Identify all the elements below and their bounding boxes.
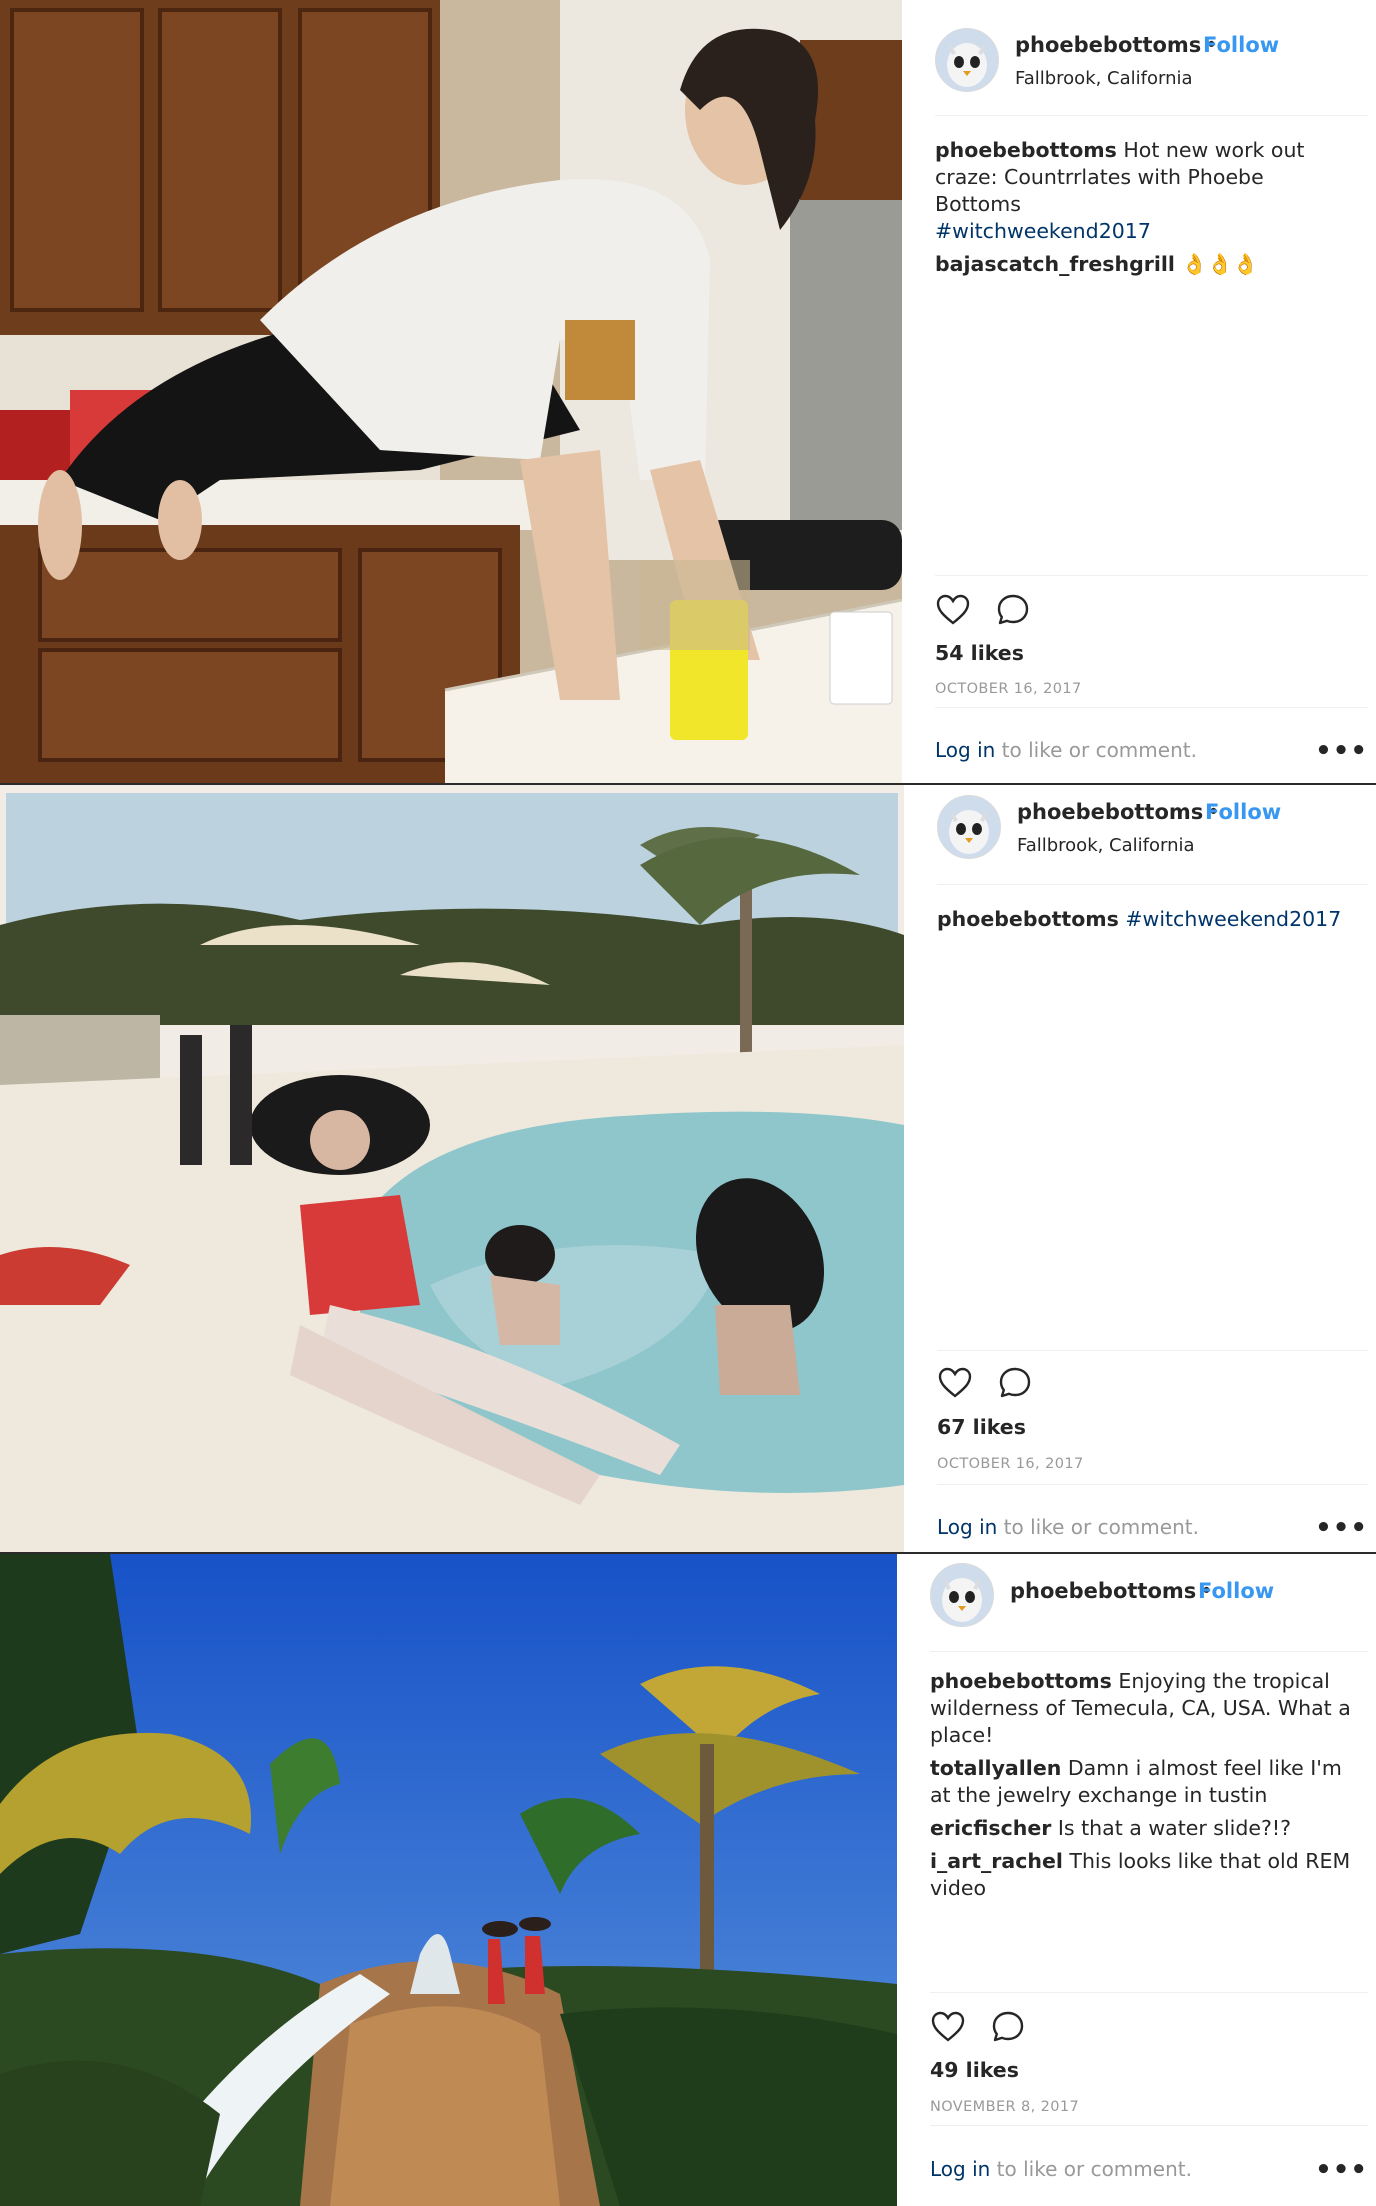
like-count[interactable]: 67 likes: [937, 1415, 1026, 1439]
location-link[interactable]: Fallbrook, California: [1017, 835, 1195, 856]
heart-icon[interactable]: [930, 2009, 966, 2045]
username[interactable]: phoebebottoms •: [1010, 1579, 1213, 1603]
post-3: phoebebottoms • Follow phoebebottoms Enjo…: [0, 1552, 1376, 2206]
divider: [930, 1992, 1368, 1993]
more-options-icon[interactable]: •••: [1315, 1513, 1368, 1543]
comment: bajascatch_freshgrill 👌👌👌: [935, 251, 1356, 278]
post-date[interactable]: NOVEMBER 8, 2017: [930, 2099, 1079, 2115]
caption-comment: phoebebottoms #witchweekend2017: [937, 906, 1356, 933]
comment: totallyallen Damn i almost feel like I'm…: [930, 1755, 1356, 1809]
login-link[interactable]: Log in: [935, 738, 995, 762]
login-prompt: Log in to like or comment.: [935, 738, 1197, 762]
comment-username[interactable]: bajascatch_freshgrill: [935, 252, 1175, 276]
divider: [930, 1651, 1368, 1652]
more-options-icon[interactable]: •••: [1315, 736, 1368, 766]
divider: [935, 575, 1368, 576]
login-prompt: Log in to like or comment.: [937, 1515, 1199, 1539]
caption-username[interactable]: phoebebottoms: [935, 138, 1117, 162]
post-2: phoebebottoms • Follow Fallbrook, Califor…: [0, 783, 1376, 1554]
caption-comment: phoebebottoms Enjoying the tropical wild…: [930, 1668, 1356, 1749]
username[interactable]: phoebebottoms •: [1017, 800, 1220, 824]
comment-text: Is that a water slide?!?: [1057, 1816, 1291, 1840]
login-prompt-text: to like or comment.: [990, 2157, 1192, 2181]
divider: [937, 1350, 1368, 1351]
divider: [937, 884, 1368, 885]
comment-icon[interactable]: [990, 2009, 1026, 2045]
caption-username[interactable]: phoebebottoms: [937, 907, 1119, 931]
divider: [935, 115, 1368, 116]
caption: phoebebottoms Hot new work out craze: Co…: [935, 137, 1356, 284]
divider: [935, 707, 1368, 708]
more-options-icon[interactable]: •••: [1315, 2155, 1368, 2185]
login-prompt-text: to like or comment.: [997, 1515, 1199, 1539]
comment-text: 👌👌👌: [1181, 252, 1259, 276]
heart-icon[interactable]: [935, 592, 971, 628]
like-count[interactable]: 49 likes: [930, 2058, 1019, 2082]
caption-username[interactable]: phoebebottoms: [930, 1669, 1112, 1693]
login-prompt-text: to like or comment.: [995, 738, 1197, 762]
caption: phoebebottoms #witchweekend2017: [937, 906, 1356, 939]
avatar[interactable]: [930, 1563, 994, 1627]
post-photo-pool[interactable]: [0, 785, 904, 1554]
comment-username[interactable]: i_art_rachel: [930, 1849, 1063, 1873]
post-2-sidebar: phoebebottoms • Follow Fallbrook, Califor…: [904, 785, 1376, 1554]
comment: i_art_rachel This looks like that old RE…: [930, 1848, 1356, 1902]
hashtag-link[interactable]: #witchweekend2017: [935, 219, 1151, 243]
comment: ericfischer Is that a water slide?!?: [930, 1815, 1356, 1842]
post-date[interactable]: OCTOBER 16, 2017: [937, 1456, 1084, 1472]
like-count[interactable]: 54 likes: [935, 641, 1024, 665]
post-date[interactable]: OCTOBER 16, 2017: [935, 681, 1082, 697]
login-link[interactable]: Log in: [930, 2157, 990, 2181]
divider: [937, 1484, 1368, 1485]
avatar[interactable]: [935, 28, 999, 92]
post-photo-garden[interactable]: [0, 1554, 897, 2206]
follow-button[interactable]: Follow: [1203, 33, 1279, 57]
location-link[interactable]: Fallbrook, California: [1015, 68, 1193, 89]
heart-icon[interactable]: [937, 1365, 973, 1401]
login-link[interactable]: Log in: [937, 1515, 997, 1539]
comment-username[interactable]: totallyallen: [930, 1756, 1061, 1780]
avatar[interactable]: [937, 795, 1001, 859]
comment-icon[interactable]: [997, 1365, 1033, 1401]
comment-icon[interactable]: [995, 592, 1031, 628]
divider: [930, 2125, 1368, 2126]
caption: phoebebottoms Enjoying the tropical wild…: [930, 1668, 1356, 1908]
post-3-sidebar: phoebebottoms • Follow phoebebottoms Enjo…: [897, 1554, 1376, 2206]
comment-username[interactable]: ericfischer: [930, 1816, 1051, 1840]
post-photo-kitchen[interactable]: [0, 0, 902, 783]
hashtag-link[interactable]: #witchweekend2017: [1125, 907, 1341, 931]
follow-button[interactable]: Follow: [1205, 800, 1281, 824]
post-1-sidebar: phoebebottoms • Follow Fallbrook, Califor…: [902, 0, 1376, 783]
login-prompt: Log in to like or comment.: [930, 2157, 1192, 2181]
username[interactable]: phoebebottoms •: [1015, 33, 1218, 57]
post-1: phoebebottoms • Follow Fallbrook, Califor…: [0, 0, 1376, 783]
follow-button[interactable]: Follow: [1198, 1579, 1274, 1603]
caption-comment: phoebebottoms Hot new work out craze: Co…: [935, 137, 1356, 245]
